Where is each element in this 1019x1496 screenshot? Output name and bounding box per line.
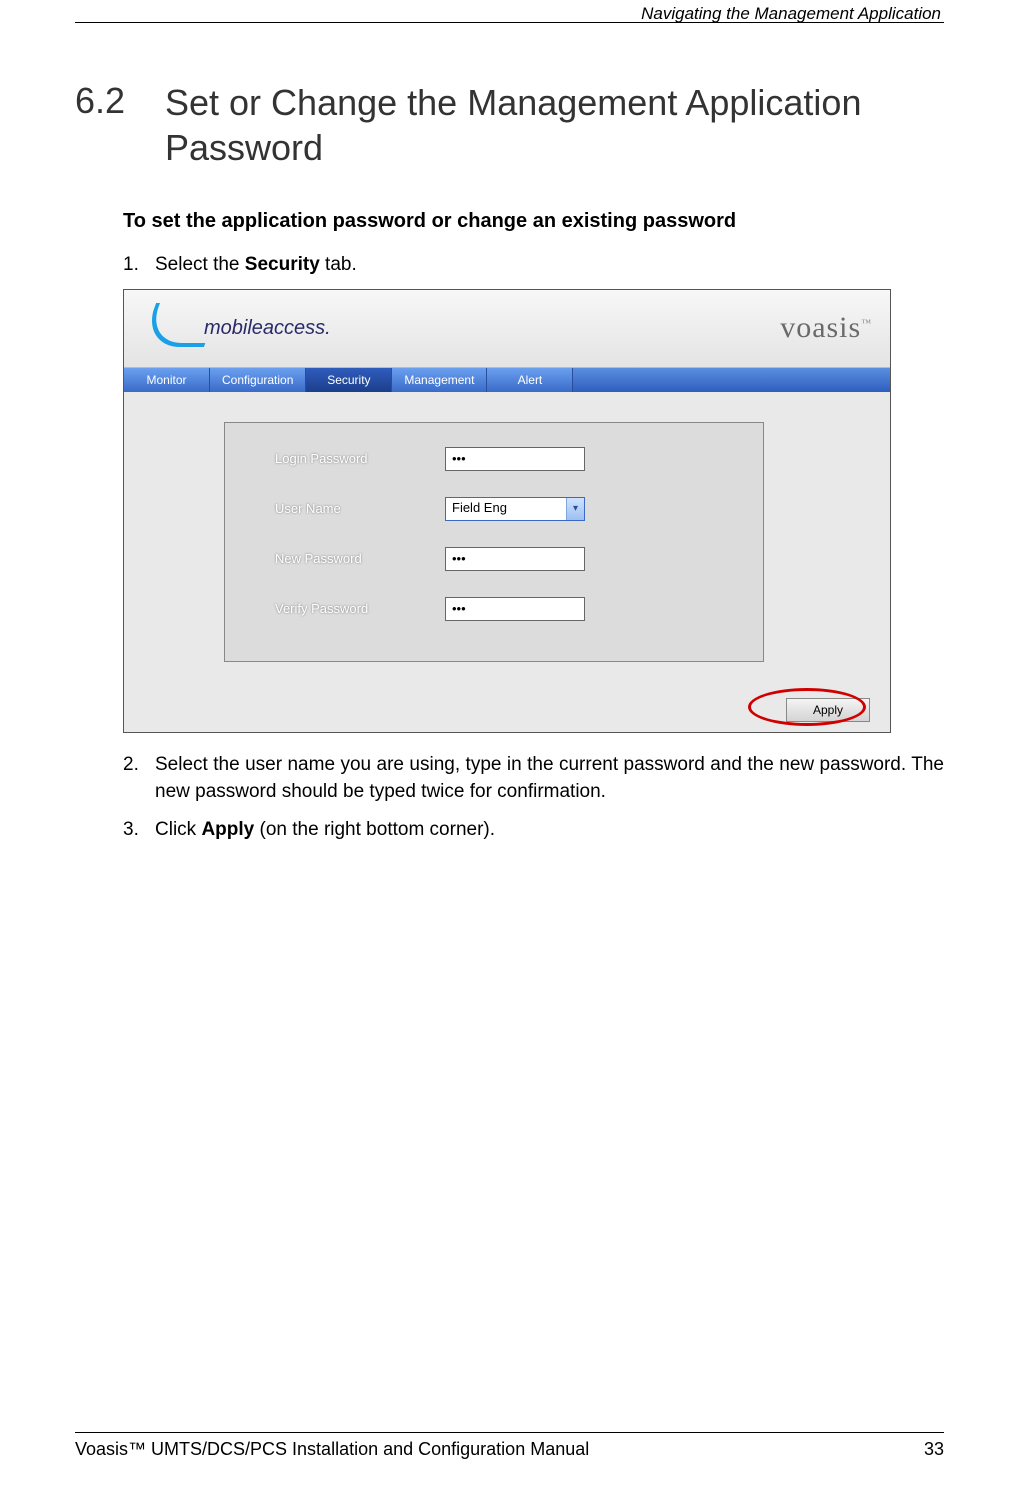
tab-monitor[interactable]: Monitor bbox=[124, 368, 210, 392]
logo-right-text: voasis bbox=[780, 311, 861, 344]
step-text: Select the user name you are using, type… bbox=[155, 751, 944, 806]
step-text: tab. bbox=[320, 254, 357, 275]
select-value: Field Eng bbox=[446, 498, 566, 520]
input-login-password[interactable] bbox=[445, 447, 585, 471]
label-verify-password: Verify Password bbox=[275, 601, 445, 616]
procedure-heading: To set the application password or chang… bbox=[123, 210, 944, 233]
page-footer: Voasis™ UMTS/DCS/PCS Installation and Co… bbox=[75, 1432, 944, 1460]
label-new-password: New Password bbox=[275, 551, 445, 566]
step-2: 2. Select the user name you are using, t… bbox=[123, 751, 944, 806]
tab-security[interactable]: Security bbox=[306, 368, 392, 392]
step-text: (on the right bottom corner). bbox=[254, 819, 495, 840]
logo-tm: ™ bbox=[861, 318, 872, 329]
chevron-down-icon: ▾ bbox=[566, 498, 584, 520]
step-number: 1. bbox=[123, 251, 155, 279]
step-text: Select the bbox=[155, 254, 245, 275]
label-user-name: User Name bbox=[275, 501, 445, 516]
logo-mobileaccess: mobileaccess. bbox=[142, 309, 331, 347]
tab-bar: Monitor Configuration Security Managemen… bbox=[124, 368, 890, 392]
step-bold: Apply bbox=[201, 819, 254, 840]
app-header: mobileaccess. voasis™ bbox=[124, 290, 890, 368]
logo-left-text: mobileaccess. bbox=[204, 317, 331, 340]
step-3: 3. Click Apply (on the right bottom corn… bbox=[123, 816, 944, 844]
label-login-password: Login Password bbox=[275, 451, 445, 466]
swoosh-icon bbox=[142, 309, 202, 347]
tab-management[interactable]: Management bbox=[392, 368, 487, 392]
tabbar-fill bbox=[573, 368, 890, 392]
tab-alert[interactable]: Alert bbox=[487, 368, 573, 392]
step-number: 2. bbox=[123, 751, 155, 806]
footer-manual-title: Voasis™ UMTS/DCS/PCS Installation and Co… bbox=[75, 1439, 589, 1460]
input-new-password[interactable] bbox=[445, 547, 585, 571]
security-form-panel: Login Password User Name Field Eng ▾ New… bbox=[224, 422, 764, 662]
step-bold: Security bbox=[245, 254, 320, 275]
apply-button[interactable]: Apply bbox=[786, 698, 870, 722]
logo-voasis: voasis™ bbox=[780, 311, 872, 345]
step-number: 3. bbox=[123, 816, 155, 844]
app-screenshot: mobileaccess. voasis™ Monitor Configurat… bbox=[123, 289, 891, 733]
running-header: Navigating the Management Application bbox=[641, 4, 941, 24]
page-number: 33 bbox=[924, 1439, 944, 1460]
tab-configuration[interactable]: Configuration bbox=[210, 368, 306, 392]
section-number: 6.2 bbox=[75, 80, 137, 122]
input-verify-password[interactable] bbox=[445, 597, 585, 621]
step-1: 1. Select the Security tab. bbox=[123, 251, 944, 279]
step-text: Click bbox=[155, 819, 201, 840]
select-user-name[interactable]: Field Eng ▾ bbox=[445, 497, 585, 521]
section-title: Set or Change the Management Application… bbox=[165, 80, 944, 170]
